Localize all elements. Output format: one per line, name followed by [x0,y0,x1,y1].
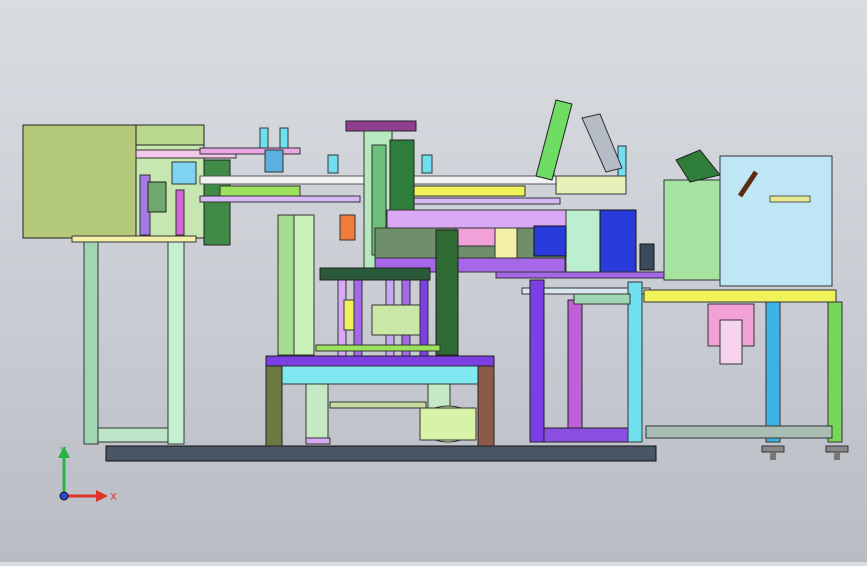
left-module [22,124,237,445]
x-axis-label: X [110,492,117,503]
left-cabinet [22,124,137,239]
base-plate [105,445,657,462]
right-cabinet [719,155,833,287]
blue-block [599,209,637,273]
right-module [643,149,849,460]
right-leg [827,301,843,443]
machine-assembly [22,99,849,462]
z-axis-dot-icon [59,491,69,501]
table-leg [477,365,495,447]
x-arrowhead-icon [96,490,108,502]
bottom-table [265,355,495,447]
top-cap [345,120,417,132]
left-leg [167,241,185,445]
press-plate [386,209,568,229]
cad-viewport[interactable]: Y X [0,0,867,562]
angled-arm [535,99,573,181]
left-leg [83,241,99,445]
y-axis-label: Y [59,446,67,457]
table-leg [265,365,283,447]
right-leg [765,301,781,443]
axis-triad: Y X [40,440,120,520]
